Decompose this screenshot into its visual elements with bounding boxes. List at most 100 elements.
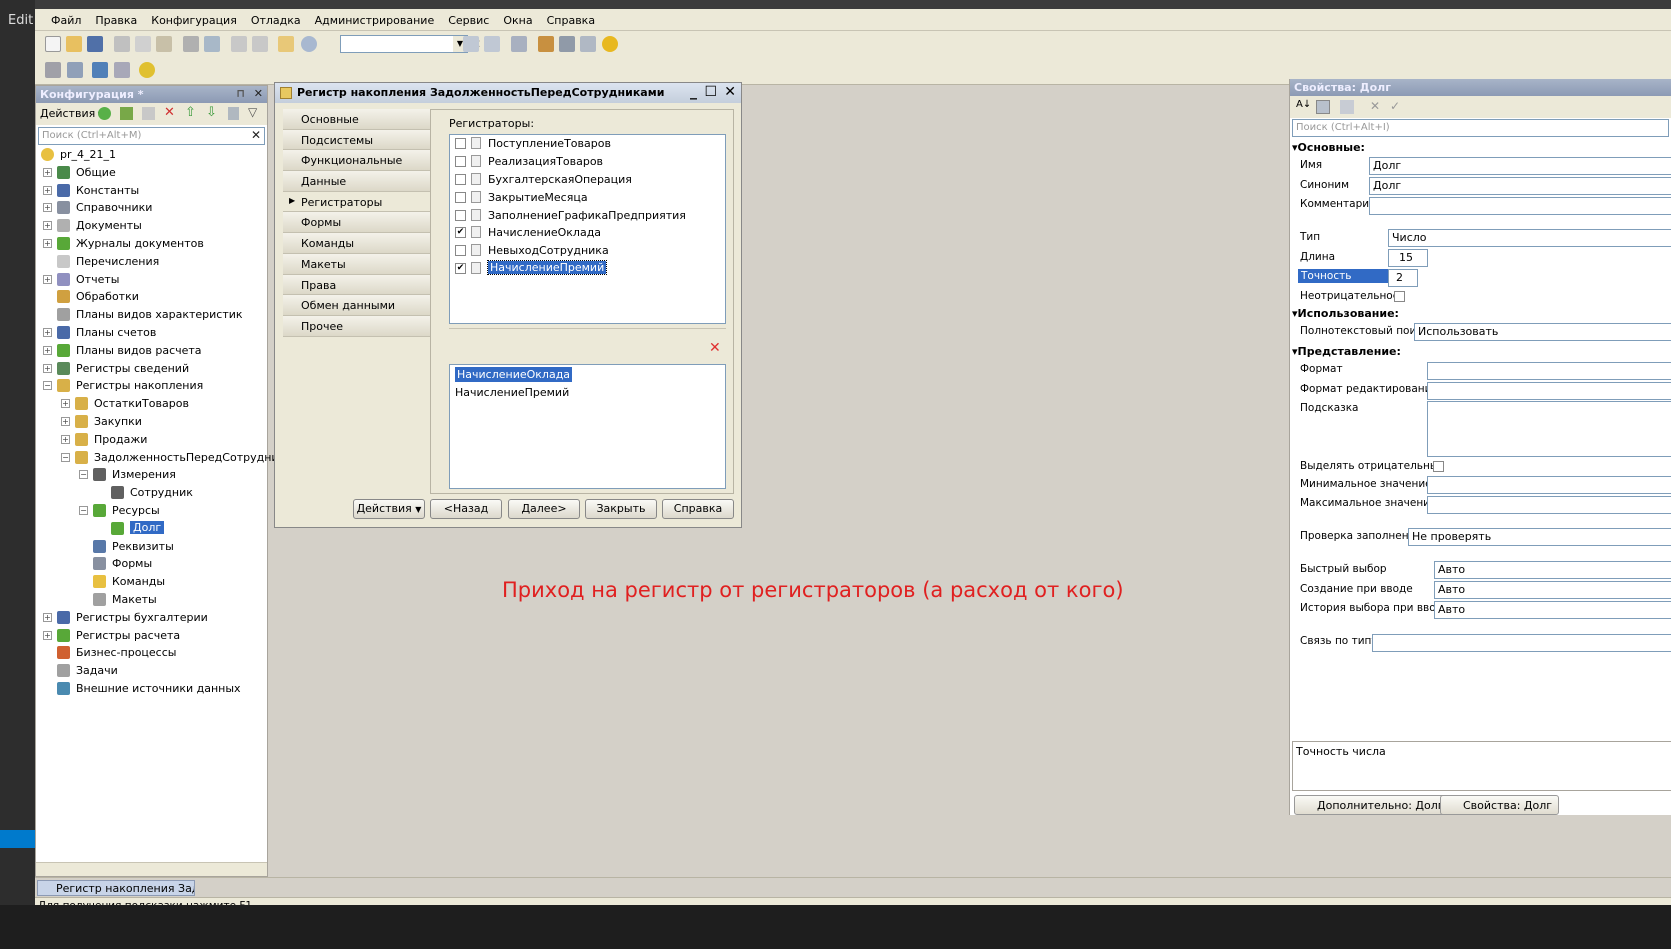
copy-icon[interactable] [135,36,151,52]
menu-administration[interactable]: Администрирование [308,9,442,27]
undo-icon[interactable] [231,36,247,52]
tree-item[interactable]: Долг [38,520,267,538]
close-icon[interactable]: ✕ [724,84,736,100]
tree-item[interactable]: − Регистры накопления [38,377,267,395]
registrator-checkbox[interactable] [455,191,466,203]
registrator-item[interactable]: ЗакрытиеМесяца [450,189,725,207]
expand-icon[interactable]: + [61,416,70,426]
minimize-icon[interactable]: _ [690,84,697,100]
registrator-item[interactable]: ПоступлениеТоваров [450,135,725,153]
length-field[interactable]: 15 [1388,249,1428,267]
dialog-tab[interactable]: Основные [283,109,430,130]
section-usage[interactable]: ▾Использование: [1292,307,1399,320]
config-open-icon[interactable] [67,62,83,78]
synonym-field[interactable]: Долг [1369,177,1671,195]
link-by-type-field[interactable] [1372,634,1671,652]
properties-list-icon[interactable] [1340,100,1354,114]
tree-item[interactable]: Перечисления [38,253,267,271]
back-button[interactable]: <Назад [430,499,502,519]
registrator-item[interactable]: БухгалтерскаяОперация [450,171,725,189]
filter-icon[interactable]: ▽ [248,105,257,119]
tree-item[interactable]: Обработки [38,288,267,306]
help-contents-icon[interactable] [580,36,596,52]
expand-icon[interactable]: + [43,630,52,640]
move-down-icon[interactable]: ⇩ [206,105,217,120]
help-button[interactable]: Справка [662,499,734,519]
dialog-tab[interactable]: Обмен данными [283,295,430,316]
dialog-tab[interactable]: Функциональные опции [283,150,430,180]
tree-item[interactable]: + Журналы документов [38,235,267,253]
tree-item[interactable]: + Общие [38,164,267,182]
expand-icon[interactable]: + [43,221,52,231]
expand-icon[interactable]: + [61,434,70,444]
collapse-icon[interactable]: − [79,505,88,515]
paste-icon[interactable] [156,36,172,52]
configuration-search-input[interactable]: Поиск (Ctrl+Alt+M) ✕ [38,127,265,145]
dialog-tab[interactable]: Данные [283,171,430,192]
highlight-negative-checkbox[interactable] [1433,461,1444,472]
tree-item[interactable]: Реквизиты [38,538,267,556]
edit-format-field[interactable] [1427,382,1671,400]
properties-search-input[interactable]: Поиск (Ctrl+Alt+I) [1292,119,1669,137]
new-icon[interactable] [45,36,61,52]
menu-service[interactable]: Сервис [441,9,496,27]
find-in-tree-icon[interactable] [278,36,294,52]
actions-button[interactable]: Действия ▼ [353,499,425,519]
tree-item[interactable]: + Регистры бухгалтерии [38,609,267,627]
expand-icon[interactable]: + [43,327,52,337]
registrator-checkbox[interactable] [455,173,466,185]
menu-file[interactable]: Файл [35,9,88,27]
comment-field[interactable] [1369,197,1671,215]
database-icon[interactable] [45,62,61,78]
tab-extra[interactable]: Дополнительно: Долг [1294,795,1451,815]
find-next-icon[interactable] [463,36,479,52]
registrator-item[interactable]: ✔ НачислениеОклада [450,224,725,242]
tab-properties[interactable]: Свойства: Долг [1440,795,1560,815]
update-db-icon[interactable] [92,62,108,78]
edit-icon[interactable] [120,107,133,120]
save-icon[interactable] [87,36,103,52]
precision-field[interactable]: 2 [1388,269,1418,287]
open-icon[interactable] [66,36,82,52]
tree-item[interactable]: Планы видов характеристик [38,306,267,324]
print-icon[interactable] [183,36,199,52]
dialog-tab[interactable]: Команды [283,233,430,254]
expand-icon[interactable]: + [43,363,52,373]
menu-debug[interactable]: Отладка [244,9,308,27]
tree-item[interactable]: + Продажи [38,431,267,449]
create-on-input-field[interactable]: Авто [1434,581,1671,599]
find-prev-icon[interactable] [484,36,500,52]
expand-icon[interactable]: + [43,185,52,195]
min-value-field[interactable] [1427,476,1671,494]
expand-icon[interactable]: + [43,167,52,177]
expand-icon[interactable]: + [43,203,52,213]
dialog-tab[interactable]: Подсистемы [283,129,430,151]
menu-edit[interactable]: Правка [88,9,144,27]
tree-item[interactable]: + Отчеты [38,271,267,289]
expand-icon[interactable]: + [43,345,52,355]
tree-item[interactable]: Команды [38,573,267,591]
tree-item[interactable]: Бизнес-процессы [38,644,267,662]
expand-icon[interactable]: + [43,238,52,248]
clear-search-icon[interactable]: ✕ [251,128,261,142]
name-field[interactable]: Долг [1369,157,1671,175]
menu-help[interactable]: Справка [540,9,602,27]
format-field[interactable] [1427,362,1671,380]
git-status-indicator[interactable] [0,830,35,848]
taskbar-item-register[interactable]: Регистр накопления Задол... [37,880,195,896]
edit-menu-label[interactable]: Edit [8,13,33,28]
info-icon[interactable] [602,36,618,52]
maximize-icon[interactable]: ☐ [704,84,717,100]
tree-item[interactable]: + ОстаткиТоваров [38,395,267,413]
selected-registrator-item[interactable]: НачислениеОклада [450,365,725,383]
dialog-tab[interactable]: Формы [283,212,430,234]
expand-icon[interactable]: + [43,612,52,622]
dialog-tab[interactable]: Права [283,274,430,296]
fulltext-search-field[interactable]: Использовать [1414,323,1671,341]
collapse-icon[interactable]: − [43,381,52,391]
choice-history-field[interactable]: Авто [1434,601,1671,619]
registrator-item[interactable]: ✔ НачислениеПремий [450,260,725,278]
actions-menu-button[interactable]: Действия [40,107,95,120]
expand-icon[interactable]: + [43,274,52,284]
tree-item[interactable]: + Планы счетов [38,324,267,342]
